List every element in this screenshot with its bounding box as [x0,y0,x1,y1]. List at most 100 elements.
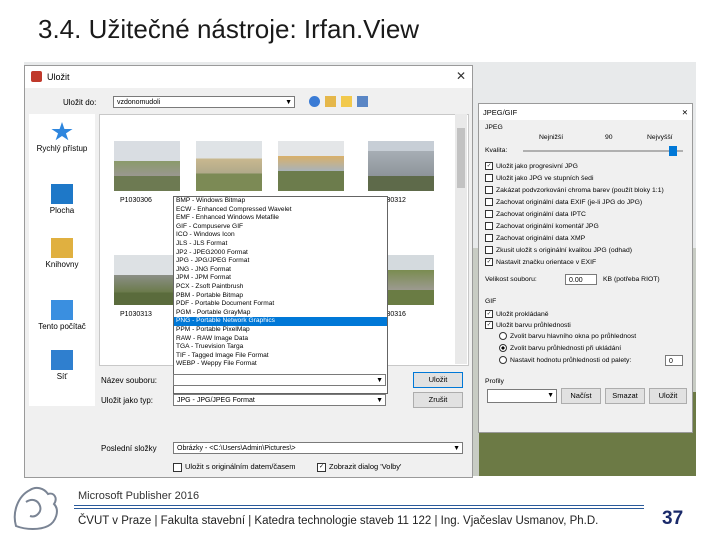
dialog-title: Uložit [47,72,70,82]
dialog-titlebar: Uložit ✕ [25,66,472,88]
publisher-caption: Microsoft Publisher 2016 [78,490,200,502]
file-type-option[interactable]: PBM - Portable Bitmap [174,292,387,301]
file-type-option[interactable]: PPM - Portable PixelMap [174,326,387,335]
quality-value: 90 [605,134,613,141]
place-libraries[interactable]: Knihovny [29,238,95,269]
filetype-select[interactable]: JPG - JPG/JPEG Format ▼ [173,394,386,406]
jpeg-option-checkbox[interactable]: ✓ Uložit jako progresivní JPG [485,162,578,170]
delete-profile-button[interactable]: Smazat [605,388,645,404]
filesize-unit: KB (potřeba RIOT) [603,276,660,283]
file-type-option[interactable]: JNG - JNG Format [174,266,387,275]
keep-date-checkbox[interactable]: Uložit s originálním datem/časem [173,462,295,472]
jpeg-option-checkbox[interactable]: Zachovat originální komentář JPG [485,222,599,230]
file-type-option[interactable]: PCX - Zsoft Paintbrush [174,283,387,292]
thumbnail-2[interactable] [196,141,262,191]
checkbox-box [485,222,493,230]
save-dialog: Uložit ✕ Uložit do: vzdonomudoli ▼ Rychl… [24,65,473,478]
save-in-combo[interactable]: vzdonomudoli ▼ [113,96,295,108]
quality-slider-handle[interactable] [669,146,677,156]
save-profile-button[interactable]: Uložit [649,388,687,404]
filetype-value: JPG - JPG/JPEG Format [177,397,255,404]
cancel-button[interactable]: Zrušit [413,392,463,408]
close-icon[interactable]: ✕ [456,69,466,83]
file-type-option[interactable]: RAW - RAW Image Data [174,335,387,344]
filename-label: Název souboru: [101,376,158,385]
jpeg-gif-options-panel: JPEG/GIF ✕ JPEG Nejnižší 90 Nejvyšší Kva… [478,103,693,433]
up-folder-icon[interactable] [325,96,336,107]
thumbnail-caption: P1030306 [120,197,152,204]
place-desktop[interactable]: Plocha [29,184,95,215]
thumbnail-1[interactable] [114,141,180,191]
recent-folders-select[interactable]: Obrázky - <C:\Users\Admin\Pictures\> ▼ [173,442,463,454]
file-type-option[interactable]: BMP - Windows Bitmap [174,197,387,206]
jpeg-option-checkbox[interactable]: Zachovat originální data EXIF (je-li JPG… [485,198,642,206]
file-type-option[interactable]: WEBP - Weppy File Format [174,360,387,369]
thumbnail-3[interactable] [278,141,344,191]
ctu-lion-logo [13,486,58,530]
quality-slider-track[interactable] [523,150,683,152]
file-type-option[interactable]: JLS - JLS Format [174,240,387,249]
library-icon [51,238,73,258]
load-profile-button[interactable]: Načíst [561,388,601,404]
place-quick-access[interactable]: Rychlý přístup [29,122,95,153]
file-type-option[interactable]: PGM - Portable GrayMap [174,309,387,318]
checkbox-box: ✓ [485,258,493,266]
checkbox-box [485,234,493,242]
thumbnail-4[interactable] [368,141,434,191]
places-bar: Rychlý přístup Plocha Knihovny Tento poč… [29,114,95,406]
radio-main-window-color[interactable]: Zvolit barvu hlavního okna po průhlednos… [499,332,636,340]
jpeg-option-checkbox[interactable]: Uložit jako JPG ve stupních šedi [485,174,593,182]
panel-titlebar: JPEG/GIF ✕ [479,104,692,120]
radio-palette-index[interactable]: Nastavit hodnotu průhlednosti od palety: [499,356,631,364]
save-button[interactable]: Uložit [413,372,463,388]
show-options-checkbox[interactable]: ✓ Zobrazit dialog 'Volby' [317,462,402,472]
palette-index-field[interactable]: 0 [665,355,683,366]
irfanview-icon [31,71,42,82]
file-type-dropdown-list[interactable]: BMP - Windows Bitmap ECW - Enhanced Compr… [173,196,388,394]
filename-field[interactable]: ▼ [173,374,386,386]
save-in-label: Uložit do: [63,98,97,107]
file-type-option[interactable]: PNG - Portable Network Graphics [174,317,387,326]
chevron-down-icon: ▼ [547,392,554,399]
gif-transparency-checkbox[interactable]: ✓ Uložit barvu průhlednosti [485,321,571,329]
new-folder-icon[interactable] [341,96,352,107]
file-type-option[interactable]: TIF - Tagged Image File Format [174,352,387,361]
place-this-pc[interactable]: Tento počítač [29,300,95,331]
file-type-option[interactable]: EMF - Enhanced Windows Metafile [174,214,387,223]
file-type-option[interactable]: ECW - Enhanced Compressed Wavelet [174,206,387,215]
checkbox-box [485,186,493,194]
jpeg-option-checkbox[interactable]: Zachovat originální data XMP [485,234,585,242]
filesize-field[interactable]: 0.00 [565,274,597,285]
back-icon[interactable] [309,96,320,107]
filetype-label: Uložit jako typ: [101,396,154,405]
jpeg-option-checkbox[interactable]: Zakázat podvzorkování chroma barev (použ… [485,186,664,194]
file-type-option[interactable]: JPG - JPG/JPEG Format [174,257,387,266]
gif-interlaced-checkbox[interactable]: ✓ Uložit prokládaně [485,310,549,318]
place-network[interactable]: Síť [29,350,95,381]
recent-folders-value: Obrázky - <C:\Users\Admin\Pictures\> [177,445,296,452]
thumbnail-5[interactable] [114,255,180,305]
quality-low-label: Nejnižší [539,134,564,141]
file-type-option[interactable]: JP2 - JPEG2000 Format [174,249,387,258]
footer-divider [74,505,644,506]
checkbox-box [485,198,493,206]
save-in-value: vzdonomudoli [117,99,161,106]
close-icon[interactable]: ✕ [682,108,688,117]
jpeg-option-checkbox[interactable]: ✓ Nastavit značku orientace v EXIF [485,258,596,266]
file-type-option[interactable]: GIF - Compuserve GIF [174,223,387,232]
file-type-option[interactable]: ICO - Windows Icon [174,231,387,240]
desktop-icon [51,184,73,204]
file-type-option[interactable]: PDF - Portable Document Format [174,300,387,309]
file-type-option[interactable]: TGA - Truevision Targa [174,343,387,352]
file-type-option[interactable]: JPM - JPM Format [174,274,387,283]
radio-choose-color[interactable]: Zvolit barvu průhlednosti při ukládání [499,344,621,352]
panel-title: JPEG/GIF [483,108,518,117]
profiles-select[interactable]: ▼ [487,389,557,403]
jpeg-option-checkbox[interactable]: Zkusit uložit s originální kvalitou JPG … [485,246,632,254]
jpeg-option-checkbox[interactable]: Zachovat originální data IPTC [485,210,586,218]
file-list-scrollbar[interactable] [455,114,467,364]
checkbox-box [485,210,493,218]
view-menu-icon[interactable] [357,96,368,107]
quality-label: Kvalita: [485,147,508,154]
page-number: 37 [662,508,684,529]
